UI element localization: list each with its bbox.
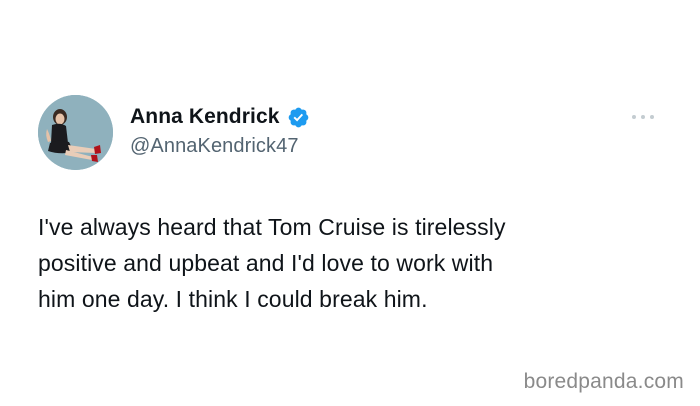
display-name[interactable]: Anna Kendrick [130,105,280,129]
author-name-row: Anna Kendrick [130,103,310,131]
tweet-card: Anna Kendrick @AnnaKendrick47 I've alway… [0,0,700,406]
tweet-text: I've always heard that Tom Cruise is tir… [38,214,506,312]
watermark: boredpanda.com [523,370,684,393]
more-options-icon [632,115,654,119]
verified-badge-icon [287,106,310,129]
more-options-button[interactable] [626,110,660,124]
avatar[interactable] [38,95,113,170]
author-handle[interactable]: @AnnaKendrick47 [130,135,299,158]
profile-photo-icon [38,95,113,170]
